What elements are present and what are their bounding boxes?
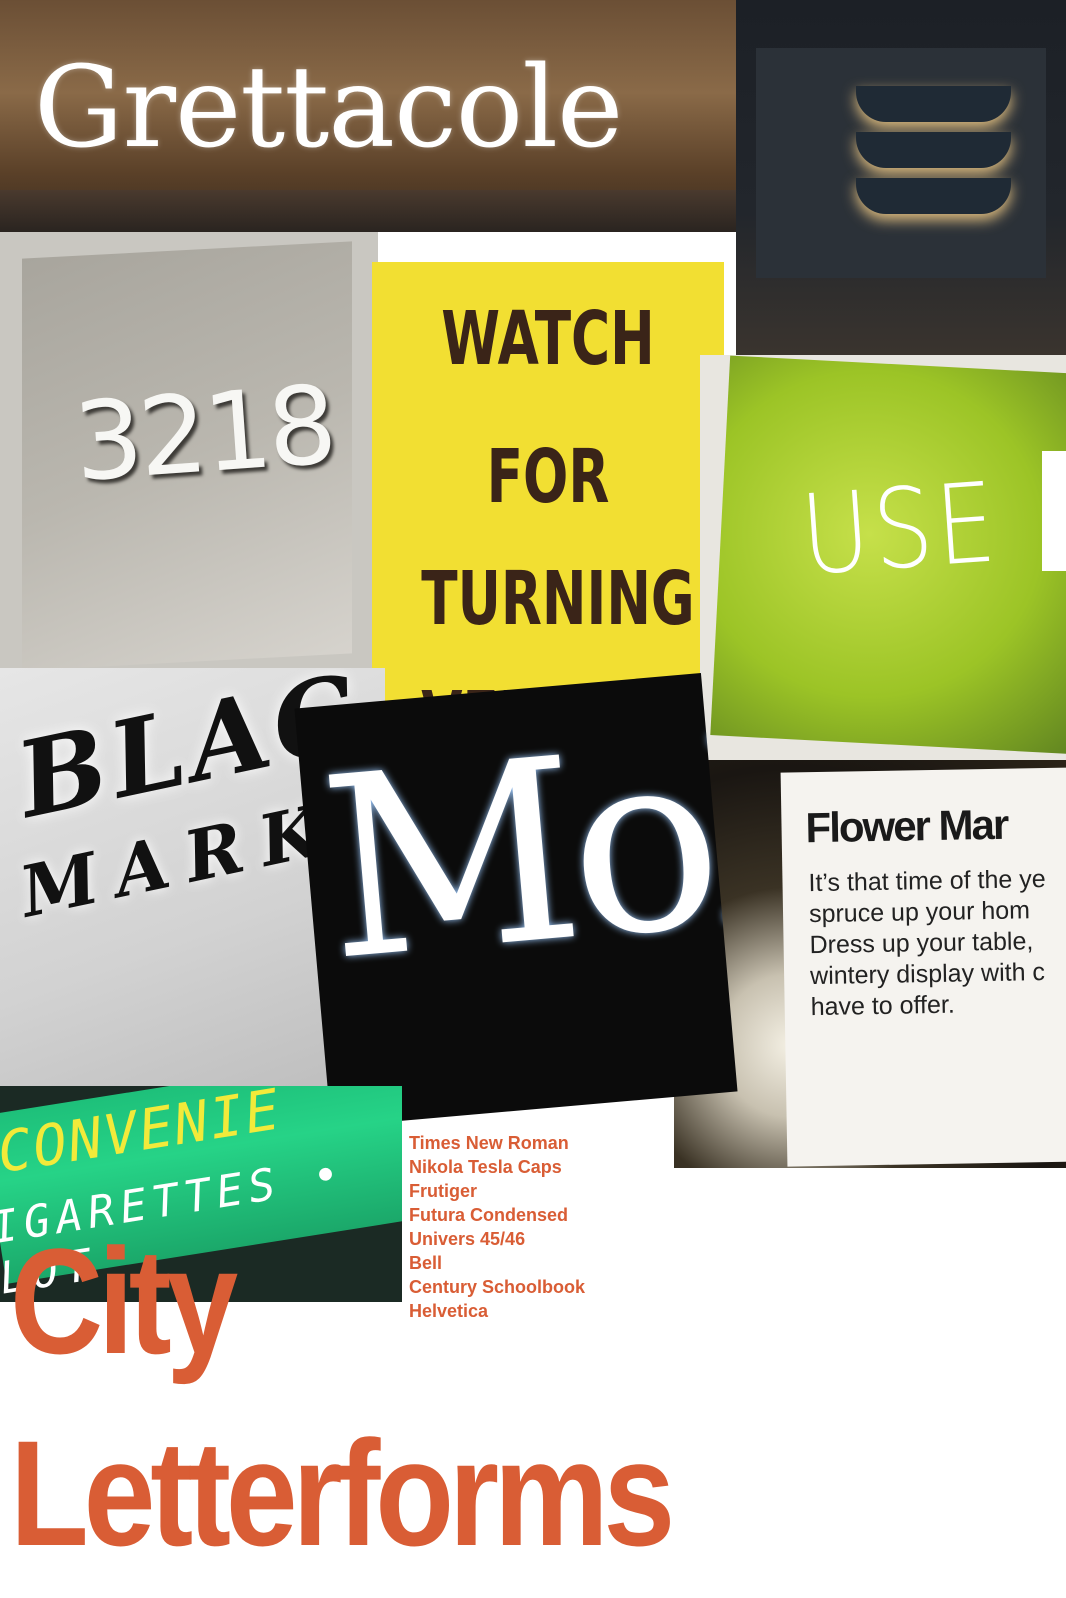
font-list-item: Century Schoolbook: [409, 1277, 586, 1297]
font-list-item: Nikola Tesla Caps: [409, 1157, 562, 1177]
mob-lettering: Mob: [312, 679, 738, 1017]
caution-line: WATCH: [441, 296, 655, 382]
font-list: Times New Roman Nikola Tesla Caps Frutig…: [409, 1131, 585, 1323]
flower-body-line: It’s that time of the ye: [808, 865, 1046, 898]
room-plaque-photo: 3218: [0, 232, 378, 668]
font-list-item: Univers 45/46: [409, 1229, 526, 1249]
flower-body-line: spruce up your hom: [808, 896, 1031, 929]
caution-sign-photo: WATCH FOR TURNING VEHICLES: [372, 262, 724, 732]
logo-bar: [856, 178, 1011, 214]
caution-line: FOR: [486, 434, 610, 520]
logo-bar: [856, 86, 1011, 122]
flower-market-photo: Flower Mar It’s that time of the ye spru…: [674, 760, 1066, 1168]
green-sign-photo: USE: [700, 355, 1066, 765]
poster-title-line2: Letterforms: [10, 1409, 675, 1577]
font-list-item: Futura Condensed: [409, 1205, 569, 1225]
flower-body: It’s that time of the ye spruce up your …: [808, 864, 1048, 1023]
plaque-number: 3218: [69, 363, 337, 506]
logo-plate: [756, 48, 1046, 278]
caution-line: TURNING: [421, 556, 695, 642]
logo-sign-photo: [736, 0, 1066, 355]
flower-heading: Flower Mar: [805, 800, 1008, 852]
poster-title-line1: City: [10, 1217, 238, 1385]
font-list-item: Bell: [409, 1253, 443, 1273]
cut-letter: [1042, 451, 1066, 571]
flower-body-line: have to offer.: [810, 990, 955, 1022]
use-lettering: USE: [797, 458, 1003, 600]
font-list-item: Helvetica: [409, 1301, 489, 1321]
flower-card: Flower Mar It’s that time of the ye spru…: [780, 767, 1066, 1167]
sign-bottom-band: [0, 190, 752, 232]
font-list-item: Frutiger: [409, 1181, 478, 1201]
separator-dot: •: [276, 1147, 349, 1209]
flower-body-line: wintery display with c: [809, 958, 1046, 991]
grettacole-lettering: Grettacole: [34, 43, 623, 173]
flower-body-line: Dress up your table,: [809, 927, 1034, 960]
grettacole-photo: Grettacole: [0, 0, 752, 232]
logo-bar: [856, 132, 1011, 168]
font-list-item: Times New Roman: [409, 1133, 569, 1153]
mob-sign-photo: Mob: [294, 673, 738, 1127]
